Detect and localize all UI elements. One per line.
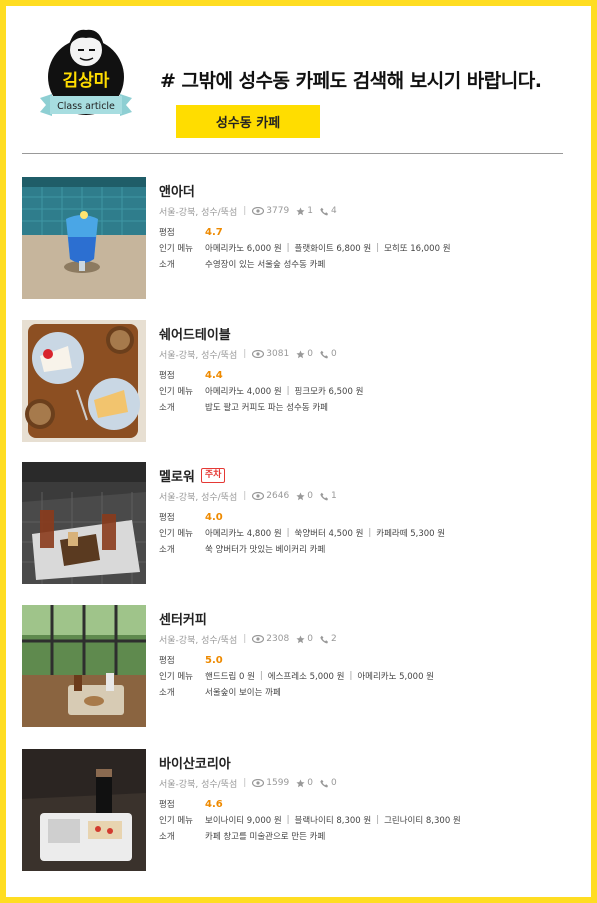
cafe-card[interactable]: 바이산코리아 서울-강북, 성수/뚝섬 | 1599 0 0 평점 4.6 인기 메…: [22, 749, 562, 874]
star-icon: [296, 206, 305, 215]
svg-text:Class article: Class article: [57, 101, 115, 112]
cafe-card[interactable]: 센터커피 서울-강북, 성수/뚝섬 | 2308 0 2 평점 5.0 인기 메뉴 …: [22, 605, 562, 730]
eye-icon: [252, 350, 265, 358]
menu-item: 쑥양버터 4,500 원: [294, 529, 364, 539]
views-stat: 3081: [252, 349, 289, 359]
cafe-photo[interactable]: [22, 177, 146, 299]
cafe-rating: 4.4: [205, 369, 223, 381]
menu-item: 아메리카노 4,800 원: [205, 529, 282, 539]
stars-stat: 0: [296, 634, 313, 644]
svg-text:김상마: 김상마: [63, 71, 110, 91]
cafe-region: 서울-강북, 성수/뚝섬: [159, 779, 238, 790]
menu-item: 모히또 16,000 원: [384, 244, 451, 254]
cafe-name[interactable]: 멜로워: [159, 466, 195, 485]
cafe-card[interactable]: 멜로워 주차 서울-강북, 성수/뚝섬 | 2646 0 1 평점 4.0 인기 메뉴…: [22, 462, 562, 587]
eye-icon: [252, 779, 265, 787]
menu-item: 블랙나이티 8,300 원: [294, 816, 372, 826]
page-headline: # 그밖에 성수동 카페도 검색해 보시기 바랍니다.: [160, 70, 542, 92]
menu-item: 아메리카노 5,000 원: [357, 672, 435, 682]
cafe-photo[interactable]: [22, 462, 146, 584]
cafe-meta: 서울-강북, 성수/뚝섬 | 3779 1 4: [159, 206, 337, 218]
menu-item: 보이나이티 9,000 원: [205, 816, 282, 826]
cafe-meta: 서울-강북, 성수/뚝섬 | 3081 0 0: [159, 349, 337, 361]
stars-stat: 0: [296, 349, 313, 359]
eye-icon: [252, 207, 265, 215]
cafe-rating: 4.0: [205, 511, 223, 523]
stars-stat: 0: [296, 491, 313, 501]
menu-item: 아메리카노 4,000 원: [205, 387, 282, 397]
cafe-intro: 쑥 양버터가 맛있는 베이커리 카페: [205, 545, 326, 555]
menu-item: 핸드드립 0 원: [205, 672, 255, 682]
cafe-card[interactable]: 쉐어드테이블 서울-강북, 성수/뚝섬 | 3081 0 0 평점 4.4 인기 메…: [22, 320, 562, 445]
phone-icon: [320, 635, 328, 643]
phone-icon: [320, 350, 328, 358]
cafe-name[interactable]: 앤아더: [159, 181, 195, 200]
brand-logo: 김상마 Class article: [38, 20, 138, 130]
views-stat: 1599: [252, 778, 289, 788]
tag-button-seongsu-cafe[interactable]: 성수동 카페: [176, 105, 320, 138]
phone-icon: [320, 492, 328, 500]
menu-item: 핑크모카 6,500 원: [294, 387, 364, 397]
views-stat: 2308: [252, 634, 289, 644]
cafe-name[interactable]: 센터커피: [159, 609, 207, 628]
cafe-intro: 밥도 팔고 커피도 파는 성수동 카페: [205, 403, 328, 413]
calls-stat: 1: [320, 491, 337, 501]
menu-item: 에스프레소 5,000 원: [267, 672, 345, 682]
cafe-region: 서울-강북, 성수/뚝섬: [159, 207, 238, 218]
cafe-name[interactable]: 쉐어드테이블: [159, 324, 231, 343]
menu-item: 플랫화이트 6,800 원: [294, 244, 372, 254]
stars-stat: 1: [296, 206, 313, 216]
cafe-rating: 4.7: [205, 226, 223, 238]
views-stat: 2646: [252, 491, 289, 501]
cafe-card[interactable]: 앤아더 서울-강북, 성수/뚝섬 | 3779 1 4 평점 4.7 인기 메뉴 아…: [22, 177, 562, 302]
cafe-intro: 서울숲이 보이는 까페: [205, 688, 281, 698]
cafe-meta: 서울-강북, 성수/뚝섬 | 2646 0 1: [159, 491, 337, 503]
parking-badge: 주차: [200, 467, 226, 483]
calls-stat: 0: [320, 349, 337, 359]
eye-icon: [252, 635, 265, 643]
cafe-rating: 4.6: [205, 798, 223, 810]
cafe-photo[interactable]: [22, 605, 146, 727]
menu-item: 아메리카노 6,000 원: [205, 244, 282, 254]
star-icon: [296, 349, 305, 358]
star-icon: [296, 491, 305, 500]
menu-item: 그린나이티 8,300 원: [384, 816, 461, 826]
calls-stat: 4: [320, 206, 337, 216]
cafe-rating: 5.0: [205, 654, 223, 666]
cafe-meta: 서울-강북, 성수/뚝섬 | 2308 0 2: [159, 634, 337, 646]
divider: [22, 153, 563, 154]
cafe-photo[interactable]: [22, 320, 146, 442]
cafe-region: 서울-강북, 성수/뚝섬: [159, 492, 238, 503]
cafe-intro: 카페 창고를 미술관으로 만든 카페: [205, 832, 326, 842]
menu-item: 카페라떼 5,300 원: [376, 529, 446, 539]
phone-icon: [320, 779, 328, 787]
cafe-region: 서울-강북, 성수/뚝섬: [159, 635, 238, 646]
views-stat: 3779: [252, 206, 289, 216]
cafe-photo[interactable]: [22, 749, 146, 871]
phone-icon: [320, 207, 328, 215]
star-icon: [296, 778, 305, 787]
calls-stat: 2: [320, 634, 337, 644]
cafe-name[interactable]: 바이산코리아: [159, 753, 231, 772]
eye-icon: [252, 492, 265, 500]
cafe-region: 서울-강북, 성수/뚝섬: [159, 350, 238, 361]
cafe-intro: 수영장이 있는 서울숲 성수동 카페: [205, 260, 326, 270]
calls-stat: 0: [320, 778, 337, 788]
cafe-meta: 서울-강북, 성수/뚝섬 | 1599 0 0: [159, 778, 337, 790]
star-icon: [296, 634, 305, 643]
stars-stat: 0: [296, 778, 313, 788]
